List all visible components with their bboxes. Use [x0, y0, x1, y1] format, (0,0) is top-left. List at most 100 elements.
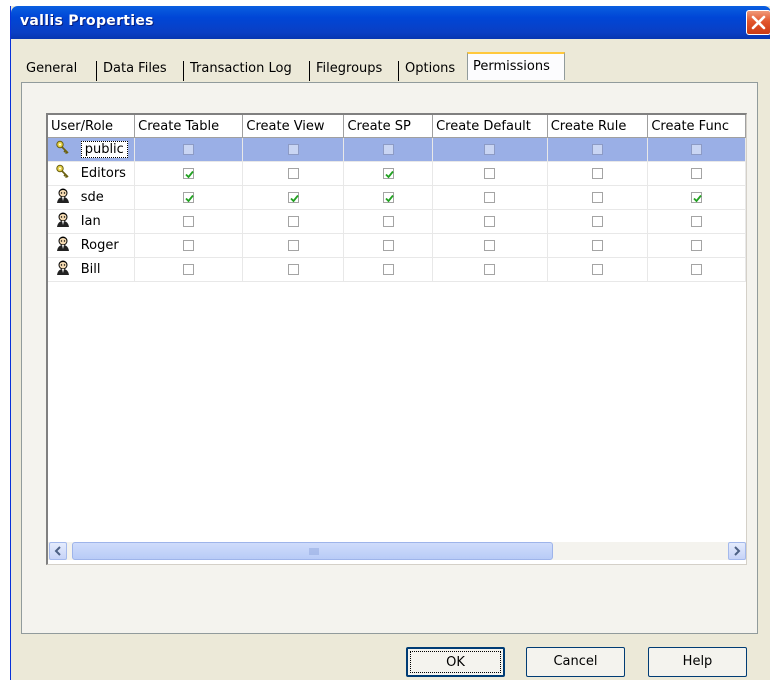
title-bar[interactable]: vallis Properties [11, 6, 770, 39]
properties-dialog: vallis Properties General Data Files Tra… [10, 6, 770, 680]
permission-cell [547, 257, 649, 282]
user-role-name[interactable]: Roger [77, 233, 136, 258]
column-header-user-role[interactable]: User/Role [48, 115, 136, 138]
permission-checkbox[interactable] [287, 240, 299, 251]
tab-separator [183, 61, 184, 81]
user-role-name[interactable]: public [77, 137, 136, 162]
permission-checkbox[interactable] [484, 144, 496, 155]
grid-header: User/Role Create Table Create View Creat… [48, 115, 746, 138]
user-role-name[interactable]: Ian [77, 209, 136, 234]
permission-checkbox[interactable] [691, 168, 703, 179]
permission-checkbox[interactable] [484, 168, 496, 179]
permission-checkbox[interactable] [183, 240, 195, 251]
tab-permissions[interactable]: Permissions [467, 52, 565, 80]
permission-checkbox[interactable] [592, 264, 604, 275]
permission-checkbox-checked[interactable] [691, 192, 703, 203]
column-header-create-default[interactable]: Create Default [432, 115, 548, 138]
user-role-name[interactable]: Bill [77, 257, 136, 282]
scroll-thumb[interactable] [72, 542, 553, 560]
user-icon [55, 236, 71, 256]
user-icon [55, 188, 71, 208]
permission-cell [647, 233, 746, 258]
user-role-label: Editors [80, 166, 126, 181]
permission-checkbox[interactable] [382, 264, 394, 275]
column-header-create-table[interactable]: Create Table [134, 115, 244, 138]
ok-button[interactable]: OK [406, 647, 505, 677]
permission-checkbox[interactable] [691, 144, 703, 155]
permission-checkbox[interactable] [382, 240, 394, 251]
table-row[interactable]: Bill [48, 257, 746, 282]
permission-checkbox[interactable] [592, 216, 604, 227]
grip-icon [309, 548, 319, 555]
permission-checkbox-checked[interactable] [183, 168, 195, 179]
help-button[interactable]: Help [648, 647, 747, 677]
permission-cell [547, 185, 649, 210]
permission-checkbox[interactable] [592, 240, 604, 251]
permission-checkbox[interactable] [287, 144, 299, 155]
column-header-create-func[interactable]: Create Func [647, 115, 746, 138]
permission-checkbox[interactable] [287, 264, 299, 275]
permission-checkbox-checked[interactable] [183, 192, 195, 203]
row-icon-cell [48, 233, 78, 258]
permission-checkbox[interactable] [592, 192, 604, 203]
tab-data-files[interactable]: Data Files [98, 56, 172, 82]
permission-cell [242, 137, 345, 162]
permission-checkbox-checked[interactable] [382, 192, 394, 203]
permission-cell [242, 161, 345, 186]
table-row[interactable]: Editors [48, 161, 746, 186]
permission-checkbox[interactable] [484, 264, 496, 275]
permission-checkbox[interactable] [382, 216, 394, 227]
permission-checkbox[interactable] [592, 168, 604, 179]
permission-checkbox-checked[interactable] [382, 168, 394, 179]
permission-cell [343, 209, 434, 234]
user-role-name[interactable]: Editors [77, 161, 136, 186]
permissions-grid[interactable]: User/Role Create Table Create View Creat… [46, 113, 747, 565]
horizontal-scrollbar[interactable] [48, 542, 746, 560]
role-key-icon [55, 140, 71, 160]
user-role-name[interactable]: sde [77, 185, 136, 210]
permission-checkbox[interactable] [484, 216, 496, 227]
permission-cell [432, 137, 548, 162]
permission-checkbox[interactable] [287, 168, 299, 179]
permission-checkbox-checked[interactable] [287, 192, 299, 203]
permission-cell [134, 233, 244, 258]
tab-general[interactable]: General [21, 56, 82, 82]
permission-checkbox[interactable] [287, 216, 299, 227]
scroll-left-button[interactable] [49, 542, 67, 560]
chevron-left-icon [54, 546, 61, 556]
row-icon-cell [48, 209, 78, 234]
table-row[interactable]: Ian [48, 209, 746, 234]
permission-cell [242, 233, 345, 258]
permission-cell [647, 137, 746, 162]
row-icon-cell [48, 137, 78, 162]
scroll-right-button[interactable] [728, 542, 746, 560]
tab-options[interactable]: Options [400, 56, 460, 82]
permission-checkbox[interactable] [183, 144, 195, 155]
tab-transaction-log[interactable]: Transaction Log [185, 56, 297, 82]
permission-checkbox[interactable] [691, 240, 703, 251]
table-row[interactable]: Roger [48, 233, 746, 258]
permission-checkbox[interactable] [691, 216, 703, 227]
table-row[interactable]: public [48, 137, 746, 162]
permission-checkbox[interactable] [183, 264, 195, 275]
column-header-create-rule[interactable]: Create Rule [547, 115, 649, 138]
cancel-button[interactable]: Cancel [526, 647, 625, 677]
permission-checkbox[interactable] [484, 240, 496, 251]
permission-cell [343, 257, 434, 282]
tab-filegroups[interactable]: Filegroups [311, 56, 387, 82]
permission-cell [432, 209, 548, 234]
row-icon-cell [48, 257, 78, 282]
permission-cell [432, 233, 548, 258]
user-icon [55, 260, 71, 280]
permission-checkbox[interactable] [382, 144, 394, 155]
permission-checkbox[interactable] [484, 192, 496, 203]
permission-cell [647, 161, 746, 186]
column-header-create-view[interactable]: Create View [242, 115, 345, 138]
permission-checkbox[interactable] [183, 216, 195, 227]
permission-checkbox[interactable] [691, 264, 703, 275]
column-header-create-sp[interactable]: Create SP [343, 115, 434, 138]
permission-cell [343, 185, 434, 210]
close-button[interactable] [746, 10, 770, 35]
table-row[interactable]: sde [48, 185, 746, 210]
permission-checkbox[interactable] [592, 144, 604, 155]
